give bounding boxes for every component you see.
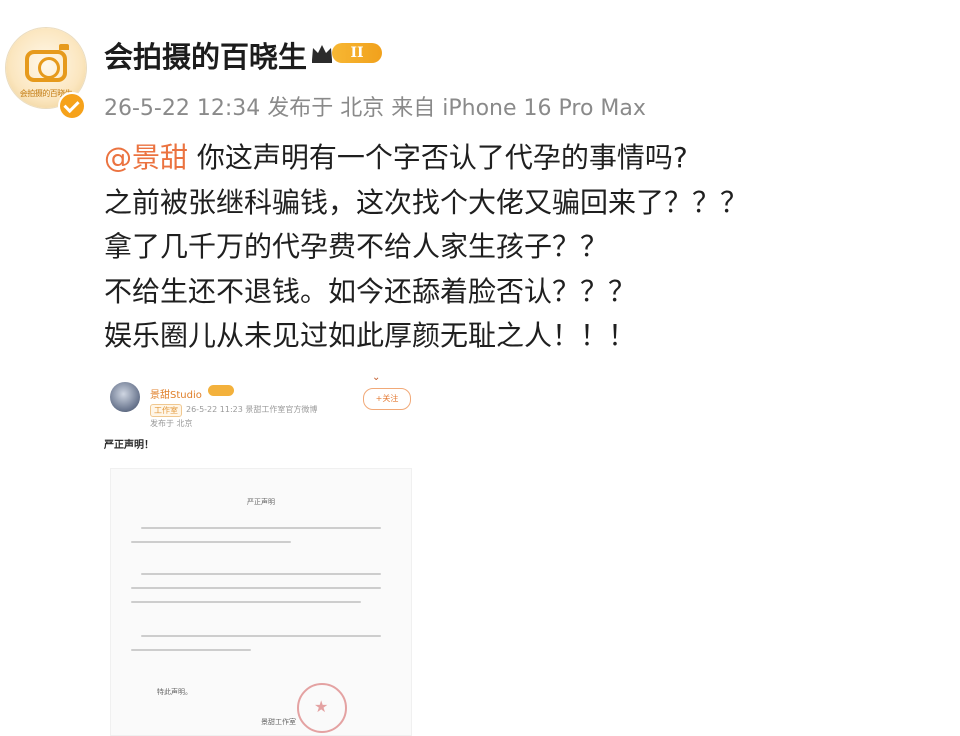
- verified-badge-icon: [58, 92, 86, 120]
- post-line: 之前被张继科骗钱，这次找个大佬又骗回来了？？？: [104, 185, 749, 219]
- doc-title: 严正声明: [247, 498, 275, 506]
- doc-text-line: [141, 527, 381, 529]
- post-line: 娱乐圈儿从未见过如此厚颜无耻之人！！！: [104, 319, 637, 352]
- post-meta: 26-5-22 12:34 发布于 北京 来自 iPhone 16 Pro Ma…: [104, 90, 646, 122]
- doc-text-line: [131, 541, 291, 543]
- vip-level: II: [332, 43, 382, 63]
- post-time: 12:34: [196, 96, 261, 121]
- embedded-tag: 工作室: [150, 404, 182, 417]
- vip-badge[interactable]: II: [310, 40, 382, 67]
- post-location: 发布于 北京: [267, 96, 385, 121]
- doc-text-line: [131, 649, 251, 651]
- doc-sign-text: 特此声明。: [157, 688, 192, 696]
- embedded-meta: 26-5-22 11:23 景甜工作室官方微博: [186, 405, 318, 414]
- doc-text-line: [131, 601, 361, 603]
- red-seal-icon: [297, 683, 347, 733]
- post-text: 你这声明有一个字否认了代孕的事情吗?: [196, 141, 688, 174]
- embedded-title: 严正声明！: [104, 440, 154, 451]
- post-device: 来自 iPhone 16 Pro Max: [391, 96, 646, 121]
- embedded-screenshot[interactable]: 景甜Studio 工作室 26-5-22 11:23 景甜工作室官方微博 发布于…: [100, 368, 420, 736]
- mention-link[interactable]: @景甜: [104, 141, 188, 174]
- embedded-vip-badge: [208, 385, 234, 396]
- crown-icon: [312, 45, 332, 63]
- doc-org-text: 景甜工作室: [261, 718, 296, 726]
- post-line: 拿了几千万的代孕费不给人家生孩子？？: [104, 230, 609, 263]
- author-name[interactable]: 会拍摄的百晓生: [104, 34, 307, 76]
- chevron-down-icon: ⌄: [372, 372, 381, 383]
- embedded-account-name: 景甜Studio: [150, 390, 202, 401]
- camera-icon: [25, 44, 69, 82]
- embedded-location: 发布于 北京: [150, 419, 193, 428]
- doc-text-line: [141, 573, 381, 575]
- doc-text-line: [141, 635, 381, 637]
- post-line: 不给生还不退钱。如今还舔着脸否认？？？: [104, 274, 637, 308]
- statement-document-image: 严正声明 特此声明。 景甜工作室: [110, 468, 412, 736]
- embedded-follow-button: +关注: [363, 388, 411, 410]
- post-body: @景甜 你这声明有一个字否认了代孕的事情吗? 之前被张继科骗钱，这次找个大佬又骗…: [104, 136, 748, 359]
- doc-text-line: [131, 587, 381, 589]
- post-date: 26-5-22: [104, 96, 190, 121]
- embedded-avatar: [110, 382, 140, 412]
- post-line: @景甜 你这声明有一个字否认了代孕的事情吗?: [104, 136, 748, 181]
